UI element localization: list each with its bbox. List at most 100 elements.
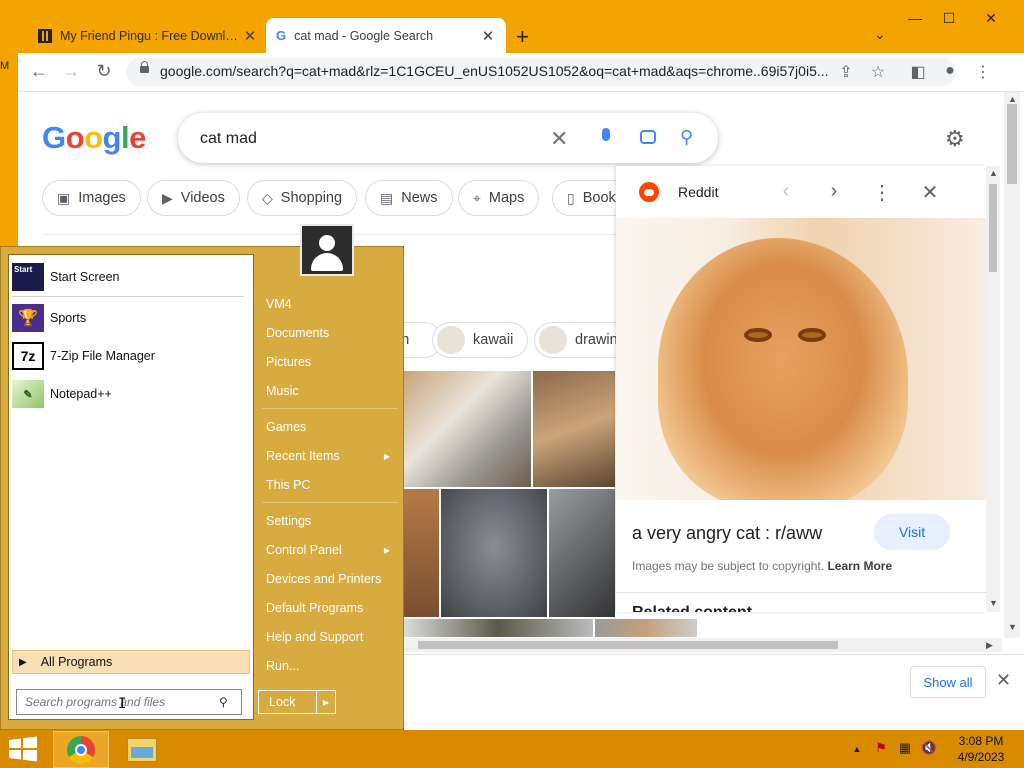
news-icon: ▤ <box>380 189 394 206</box>
windows-start-icon[interactable] <box>8 736 38 762</box>
submenu-arrow-icon: ▶ <box>383 545 390 555</box>
close-downloads-icon[interactable]: ✕ <box>996 670 1011 691</box>
tab-title: My Friend Pingu : Free Download <box>60 28 242 43</box>
start-link-this-pc[interactable]: This PC <box>260 471 396 499</box>
action-center-flag-icon[interactable]: ⚑ <box>872 740 890 756</box>
panel-source[interactable]: Reddit <box>678 184 718 200</box>
start-item-7zip[interactable]: 7z 7-Zip File Manager <box>12 340 155 372</box>
desktop-icon-label[interactable]: M <box>0 60 9 72</box>
related-chip-kawaii[interactable]: kawaii <box>432 322 528 358</box>
power-options-arrow-icon[interactable]: ▶ <box>316 691 335 713</box>
google-logo[interactable]: Google <box>42 120 146 156</box>
result-image-orange[interactable] <box>402 488 440 618</box>
system-clock[interactable]: 3:08 PM 4/9/2023 <box>948 733 1014 765</box>
show-all-button[interactable]: Show all <box>910 666 986 698</box>
start-item-notepadpp[interactable]: ✎ Notepad++ <box>12 378 112 410</box>
page-scrollbar-thumb[interactable] <box>1007 104 1017 184</box>
google-lens-icon[interactable] <box>640 130 656 144</box>
result-image-cat-couch[interactable] <box>402 370 532 488</box>
url-text[interactable]: google.com/search?q=cat+mad&rlz=1C1GCEU_… <box>160 63 830 79</box>
scroll-down-icon[interactable]: ▼ <box>1008 622 1017 632</box>
map-pin-icon: ⌖ <box>473 189 481 206</box>
chip-shopping[interactable]: ◇ Shopping <box>247 180 358 216</box>
preview-image-angry-cat[interactable] <box>616 218 986 500</box>
menu-kebab-icon[interactable]: ⋮ <box>973 62 993 82</box>
close-window-button[interactable]: ✕ <box>976 10 1006 27</box>
user-avatar[interactable] <box>300 224 354 276</box>
search-box[interactable] <box>178 113 718 163</box>
tab-google-search[interactable]: G cat mad - Google Search ✕ <box>266 18 506 53</box>
tab-close-icon[interactable]: ✕ <box>242 27 258 45</box>
close-panel-icon[interactable]: ✕ <box>918 180 942 205</box>
learn-more-link[interactable]: Learn More <box>827 559 892 573</box>
panel-scroll-up-icon[interactable]: ▲ <box>989 168 998 178</box>
search-icon[interactable]: ⚲ <box>680 127 693 148</box>
tag-icon: ◇ <box>262 189 273 206</box>
result-image-row[interactable] <box>402 618 594 638</box>
maximize-button[interactable]: ☐ <box>934 10 964 27</box>
all-programs-button[interactable]: ▶ All Programs <box>12 650 250 674</box>
visit-button[interactable]: Visit <box>874 514 950 550</box>
scroll-up-icon[interactable]: ▲ <box>1008 94 1017 104</box>
start-link-control-panel[interactable]: Control Panel ▶ <box>260 536 396 564</box>
start-item-sports[interactable]: 🏆 Sports <box>12 302 86 334</box>
next-icon[interactable]: › <box>822 180 846 203</box>
tab-close-icon[interactable]: ✕ <box>480 27 496 45</box>
network-icon[interactable]: ▦ <box>896 740 914 756</box>
search-icon[interactable]: ⚲ <box>219 695 228 709</box>
start-link-help-support[interactable]: Help and Support <box>260 623 396 651</box>
chip-images[interactable]: ▣ Images <box>42 180 141 216</box>
start-link-settings[interactable]: Settings <box>260 507 396 535</box>
volume-muted-icon[interactable]: 🔇 <box>920 740 938 756</box>
clear-search-icon[interactable]: ✕ <box>550 126 568 152</box>
chip-news[interactable]: ▤ News <box>365 180 453 216</box>
more-options-icon[interactable]: ⋮ <box>870 180 894 205</box>
start-link-devices-printers[interactable]: Devices and Printers <box>260 565 396 593</box>
chip-videos[interactable]: ▶ Videos <box>147 180 240 216</box>
start-link-recent-items[interactable]: Recent Items ▶ <box>260 442 396 470</box>
scroll-right-icon[interactable]: ▶ <box>986 640 993 651</box>
start-right-separator <box>262 502 398 503</box>
copyright-notice: Images may be subject to copyright. Lear… <box>632 559 893 573</box>
microphone-icon[interactable] <box>602 128 610 141</box>
lock-button[interactable]: Lock ▶ <box>258 690 336 714</box>
result-image-grey-cat[interactable] <box>440 488 548 618</box>
panel-clip: Related content <box>632 600 972 612</box>
start-link-documents[interactable]: Documents <box>260 319 396 347</box>
side-panel-icon[interactable]: ◧ <box>908 62 928 82</box>
previous-icon[interactable]: ‹ <box>774 180 798 203</box>
taskbar-chrome[interactable] <box>53 731 109 768</box>
share-icon[interactable]: ⇪ <box>836 62 856 82</box>
panel-scroll-down-icon[interactable]: ▼ <box>989 598 998 608</box>
start-link-default-programs[interactable]: Default Programs <box>260 594 396 622</box>
new-tab-button[interactable]: + <box>516 24 529 50</box>
result-image-angry-grey[interactable] <box>548 488 616 618</box>
trophy-icon: 🏆 <box>12 304 44 332</box>
tab-pingu[interactable]: My Friend Pingu : Free Download ✕ <box>28 18 268 53</box>
profile-icon[interactable]: ● <box>940 62 960 80</box>
show-hidden-icons-icon[interactable]: ▲ <box>848 744 866 754</box>
start-link-music[interactable]: Music <box>260 377 396 405</box>
reload-icon[interactable]: ↻ <box>93 61 115 82</box>
panel-scrollbar-thumb[interactable] <box>989 184 997 272</box>
start-link-games[interactable]: Games <box>260 413 396 441</box>
start-link-user[interactable]: VM4 <box>260 290 396 318</box>
start-link-pictures[interactable]: Pictures <box>260 348 396 376</box>
minimize-button[interactable]: — <box>900 10 930 26</box>
start-link-run[interactable]: Run... <box>260 652 396 680</box>
settings-gear-icon[interactable]: ⚙ <box>945 126 965 152</box>
taskbar-file-explorer[interactable] <box>114 731 170 768</box>
horizontal-scrollbar-thumb[interactable] <box>418 641 838 649</box>
start-item-start-screen[interactable]: Start Start Screen <box>12 261 119 293</box>
bookmark-star-icon[interactable]: ☆ <box>868 62 888 82</box>
tab-search-icon[interactable]: ⌄ <box>874 26 886 43</box>
search-query[interactable]: cat mad <box>200 130 257 148</box>
panel-title[interactable]: a very angry cat : r/aww <box>632 523 822 544</box>
result-image-tabby[interactable] <box>532 370 616 488</box>
back-icon[interactable]: ← <box>28 61 50 82</box>
result-image-row[interactable] <box>594 618 698 638</box>
start-search-box[interactable]: ⚲ <box>16 689 242 715</box>
forward-icon[interactable]: → <box>60 61 82 82</box>
chip-maps[interactable]: ⌖ Maps <box>458 180 540 216</box>
lock-icon[interactable] <box>140 61 149 73</box>
